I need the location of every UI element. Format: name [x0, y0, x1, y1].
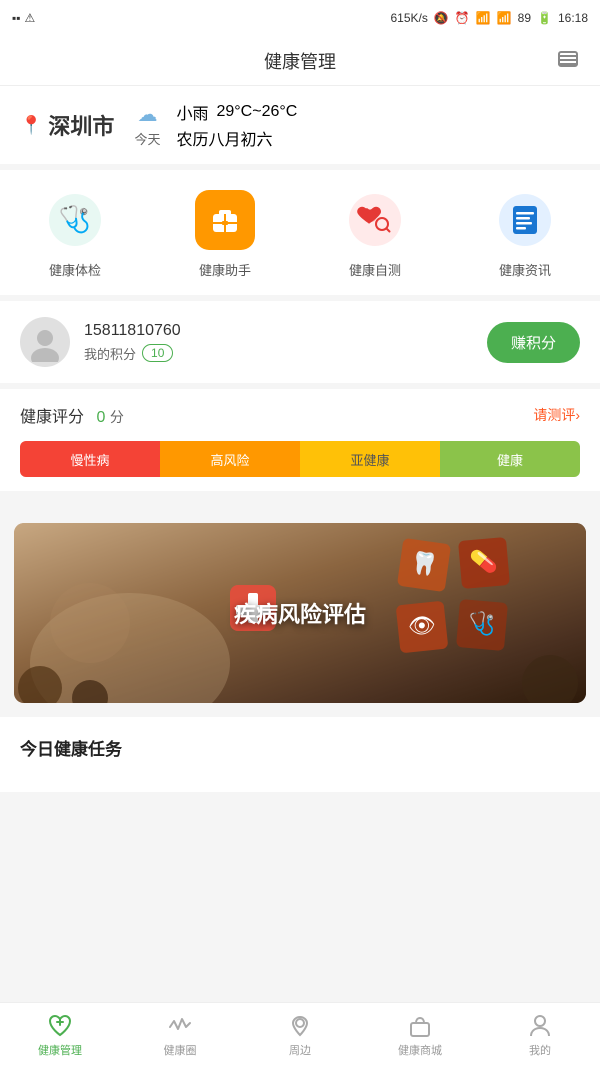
status-left: ▪▪ ⚠	[12, 11, 35, 25]
briefcase-icon	[199, 194, 251, 246]
user-details: 15811810760 我的积分 10	[84, 322, 181, 363]
score-bar-sub: 亚健康	[300, 441, 440, 477]
location-pin-icon: 📍	[20, 115, 42, 136]
weather-today: 今天	[134, 129, 160, 148]
today-tasks-title: 今日健康任务	[20, 735, 580, 760]
avatar-icon	[25, 322, 65, 362]
score-badge: 10	[142, 344, 173, 362]
signal-icon: ▪▪	[12, 11, 21, 25]
menu-label-selftest: 健康自测	[349, 260, 401, 279]
nav-item-health-circle[interactable]: 健康圈	[120, 1003, 240, 1067]
health-score-value: 0	[96, 409, 105, 426]
bottom-nav: 健康管理 健康圈 周边 健康商城 我的	[0, 1002, 600, 1067]
heart-search-icon	[349, 194, 401, 246]
today-tasks-section: 今日健康任务	[0, 717, 600, 792]
svg-text:💊: 💊	[469, 547, 499, 576]
menu-item-health-checkup[interactable]: 🩺 健康体检	[45, 190, 105, 279]
nav-label-nearby: 周边	[289, 1042, 311, 1058]
health-score-section: 健康评分 0 分 请测评 › 慢性病 高风险 亚健康 健康	[0, 389, 600, 497]
user-avatar	[20, 317, 70, 367]
score-bar-high: 高风险	[160, 441, 300, 477]
earn-points-button[interactable]: 赚积分	[487, 322, 580, 363]
disease-risk-banner[interactable]: 🦷 💊 👁 🩺 疾病风险评估	[14, 523, 586, 703]
nav-item-health-shop[interactable]: 健康商城	[360, 1003, 480, 1067]
user-card: 15811810760 我的积分 10 赚积分	[0, 301, 600, 389]
menu-item-health-news[interactable]: 健康资讯	[495, 190, 555, 279]
user-score-row: 我的积分 10	[84, 344, 181, 363]
message-icon-button[interactable]	[552, 45, 584, 77]
nav-item-nearby[interactable]: 周边	[240, 1003, 360, 1067]
menu-item-health-assistant[interactable]: 健康助手	[195, 190, 255, 279]
disease-banner-text: 疾病风险评估	[234, 597, 366, 629]
nav-item-health-mgmt[interactable]: 健康管理	[0, 1003, 120, 1067]
city-name: 深圳市	[48, 109, 114, 141]
health-assistant-icon-bg	[195, 190, 255, 250]
user-info: 15811810760 我的积分 10	[20, 317, 181, 367]
svg-text:🦷: 🦷	[409, 549, 440, 578]
person-icon	[527, 1013, 553, 1039]
stethoscope-icon: 🩺	[49, 194, 101, 246]
bag-icon	[407, 1013, 433, 1039]
activity-icon	[167, 1013, 193, 1039]
message-icon	[556, 49, 580, 73]
menu-label-news: 健康资讯	[499, 260, 551, 279]
bottom-spacer	[0, 792, 600, 867]
health-news-icon-bg	[495, 190, 555, 250]
chevron-right-icon: ›	[575, 407, 580, 423]
health-checkup-icon-bg: 🩺	[45, 190, 105, 250]
nav-label-health-circle: 健康圈	[164, 1042, 197, 1058]
status-right: 615K/s 🔕 ⏰ 📶 📶 89 🔋 16:18	[390, 11, 588, 25]
weather-col: ☁ 今天	[134, 102, 160, 148]
weather-info: ☁ 今天 小雨 29°C~26°C 农历八月初六	[134, 100, 297, 150]
health-score-title-row: 健康评分 0 分	[20, 403, 124, 427]
score-label: 我的积分	[84, 344, 136, 363]
nav-label-health-mgmt: 健康管理	[38, 1042, 82, 1058]
signal-bars: 📶	[497, 11, 512, 25]
menu-label-assistant: 健康助手	[199, 260, 251, 279]
health-selftest-icon-bg	[345, 190, 405, 250]
header: 健康管理	[0, 36, 600, 86]
silent-icon: 🔕	[434, 11, 449, 25]
heart-plus-icon	[47, 1013, 73, 1039]
document-icon	[499, 194, 551, 246]
location: 📍 深圳市	[20, 109, 114, 141]
svg-text:🩺: 🩺	[59, 204, 91, 234]
wifi-icon: 📶	[476, 11, 491, 25]
nav-label-mine: 我的	[529, 1042, 551, 1058]
battery-level: 89	[518, 11, 531, 25]
divider-1	[0, 497, 600, 509]
clock-icon: ⏰	[455, 11, 470, 25]
weather-bar: 📍 深圳市 ☁ 今天 小雨 29°C~26°C 农历八月初六	[0, 86, 600, 170]
health-score-link[interactable]: 请测评 ›	[533, 405, 580, 425]
battery-icon: 🔋	[537, 11, 552, 25]
score-bar: 慢性病 高风险 亚健康 健康	[20, 441, 580, 477]
time-display: 16:18	[558, 11, 588, 25]
header-title: 健康管理	[264, 48, 336, 74]
health-score-link-text: 请测评	[533, 405, 575, 425]
health-score-title: 健康评分	[20, 409, 84, 426]
weather-lunar: 农历八月初六	[176, 126, 297, 150]
score-bar-healthy: 健康	[440, 441, 580, 477]
weather-type-row: 小雨 29°C~26°C	[176, 100, 297, 124]
network-speed: 615K/s	[390, 11, 427, 25]
menu-item-health-selftest[interactable]: 健康自测	[345, 190, 405, 279]
user-phone: 15811810760	[84, 322, 181, 340]
health-score-header: 健康评分 0 分 请测评 ›	[20, 403, 580, 427]
nav-item-mine[interactable]: 我的	[480, 1003, 600, 1067]
nav-label-health-shop: 健康商城	[398, 1042, 442, 1058]
weather-temp: 29°C~26°C	[216, 103, 297, 121]
svg-text:🩺: 🩺	[467, 610, 496, 637]
weather-text: 小雨 29°C~26°C 农历八月初六	[176, 100, 297, 150]
health-score-unit: 分	[110, 409, 124, 425]
warning-icon: ⚠	[25, 11, 36, 25]
quick-menu: 🩺 健康体检 健康助手 健康	[0, 170, 600, 301]
menu-label-checkup: 健康体检	[49, 260, 101, 279]
status-bar: ▪▪ ⚠ 615K/s 🔕 ⏰ 📶 📶 89 🔋 16:18	[0, 0, 600, 36]
weather-cloud-icon: ☁	[137, 102, 157, 127]
svg-text:👁: 👁	[407, 612, 437, 640]
weather-type: 小雨	[176, 100, 208, 124]
score-bar-chronic: 慢性病	[20, 441, 160, 477]
location-icon	[287, 1013, 313, 1039]
